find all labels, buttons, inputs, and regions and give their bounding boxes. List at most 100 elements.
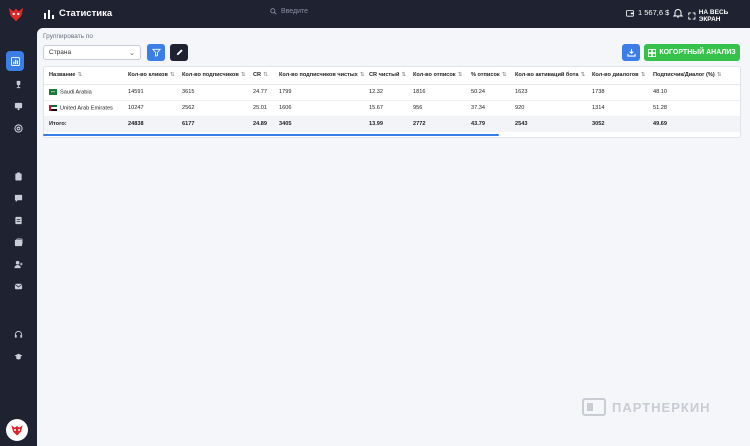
table-cell: 24.77 (248, 84, 274, 101)
wallet-icon (626, 9, 634, 17)
table-cell: 1623 (510, 84, 587, 101)
sidebar-item-monitor[interactable] (8, 98, 28, 114)
sort-icon[interactable]: ⇅ (717, 72, 722, 78)
chart-icon (10, 56, 20, 66)
table-cell: 37.34 (466, 100, 510, 117)
page-title: Статистика (59, 8, 113, 19)
sidebar-item-statistics[interactable] (6, 51, 24, 71)
sidebar-item-trophy[interactable] (8, 76, 28, 92)
cohort-label: КОГОРТНЫЙ АНАЛИЗ (659, 49, 736, 56)
monitor-icon (14, 102, 22, 110)
cohort-analysis-button[interactable]: КОГОРТНЫЙ АНАЛИЗ (644, 44, 740, 61)
mail-icon (14, 283, 22, 289)
table-cell: 1799 (274, 84, 364, 101)
pencil-icon (176, 49, 183, 56)
table-cell: 1816 (408, 84, 466, 101)
sort-icon[interactable]: ⇅ (641, 72, 646, 78)
table-cell: 2543 (510, 116, 587, 132)
table-cell: 14591 (123, 84, 177, 101)
filter-button[interactable] (147, 44, 165, 61)
table-cell: 920 (510, 100, 587, 117)
sort-icon[interactable]: ⇅ (458, 72, 463, 78)
chevron-down-icon: ⌄ (129, 50, 135, 57)
document-icon (14, 216, 22, 224)
column-header[interactable]: % отписок ⇅ (466, 67, 510, 85)
sidebar-item-education[interactable] (8, 348, 28, 364)
country-cell: United Arab Emirates (44, 100, 123, 117)
sort-icon[interactable]: ⇅ (360, 72, 364, 78)
search-placeholder: Введите (281, 8, 309, 15)
column-header[interactable]: Кол-во отписок ⇅ (408, 67, 466, 85)
sidebar-item-chat[interactable] (8, 190, 28, 206)
group-by-label: Группировать по (43, 33, 94, 40)
table-cell: 25.01 (248, 100, 274, 117)
at-icon (13, 123, 23, 133)
filter-icon (151, 48, 161, 57)
column-header[interactable]: Кол-во подписчиков ⇅ (177, 67, 248, 85)
sidebar-item-clipboard[interactable] (8, 168, 28, 184)
column-header[interactable]: Подписчик/Диалог (%) ⇅ (648, 67, 740, 85)
table-total-row: Итого: 24838 6177 24.89 3405 13.99 2772 … (44, 116, 740, 132)
sidebar-item-document[interactable] (8, 212, 28, 228)
horizontal-scrollbar[interactable] (43, 134, 499, 136)
devil-mascot-icon (11, 425, 23, 436)
watermark-logo-icon (582, 398, 606, 416)
logo-icon[interactable] (7, 5, 25, 23)
column-header[interactable]: CR чистый ⇅ (364, 67, 408, 85)
search-input[interactable]: Введите (270, 8, 308, 15)
table-cell: 2772 (408, 116, 466, 132)
top-bar: Статистика Введите 1 567,6 $ НА ВЕСЬ ЭКР… (0, 0, 750, 28)
total-label: Итого: (44, 116, 123, 132)
bell-icon[interactable] (673, 8, 683, 18)
table-header-row: Название ⇅ Кол-во кликов ⇅ Кол-во подписчи… (44, 67, 740, 85)
search-icon (270, 8, 277, 15)
download-icon (626, 48, 636, 57)
table-cell: 3405 (274, 116, 364, 132)
table-row[interactable]: Saudi Arabia 14591 3615 24.77 1799 12.32… (44, 84, 740, 101)
avatar[interactable] (6, 419, 28, 441)
headset-icon (14, 330, 22, 338)
trophy-icon (16, 80, 20, 88)
table-row[interactable]: United Arab Emirates 10247 2562 25.01 16… (44, 100, 740, 117)
chat-icon (14, 194, 22, 202)
group-by-select[interactable]: Страна ⌄ (43, 45, 141, 60)
sort-icon[interactable]: ⇅ (502, 72, 507, 78)
column-header[interactable]: Кол-во кликов ⇅ (123, 67, 177, 85)
sidebar-item-email[interactable] (8, 120, 28, 136)
statistics-table: Название ⇅ Кол-во кликов ⇅ Кол-во подписчи… (43, 66, 741, 138)
table-cell: 48.10 (648, 84, 740, 101)
column-header[interactable]: Кол-во активаций бота ⇅ (510, 67, 587, 85)
sort-icon[interactable]: ⇅ (77, 72, 82, 78)
table-cell: 43.79 (466, 116, 510, 132)
folder-icon (14, 238, 22, 246)
grid-icon (648, 48, 657, 57)
table-cell: 956 (408, 100, 466, 117)
column-header[interactable]: Название ⇅ (44, 67, 123, 85)
sidebar-item-users[interactable] (8, 256, 28, 272)
sort-icon[interactable]: ⇅ (580, 72, 585, 78)
sidebar (0, 28, 37, 446)
fullscreen-button[interactable]: НА ВЕСЬ ЭКРАН (688, 9, 750, 23)
sidebar-item-folder[interactable] (8, 234, 28, 250)
table-cell: 10247 (123, 100, 177, 117)
sort-icon[interactable]: ⇅ (241, 72, 246, 78)
download-button[interactable] (622, 44, 640, 61)
column-header[interactable]: CR ⇅ (248, 67, 274, 85)
column-header[interactable]: Кол-во диалогов ⇅ (587, 67, 648, 85)
sort-icon[interactable]: ⇅ (263, 72, 268, 78)
table-cell: 2562 (177, 100, 248, 117)
group-by-value: Страна (49, 49, 72, 56)
table-cell: 1606 (274, 100, 364, 117)
balance[interactable]: 1 567,6 $ (626, 8, 669, 17)
watermark: ПАРТНЕРКИН (582, 398, 711, 416)
edit-button[interactable] (170, 44, 188, 61)
sort-icon[interactable]: ⇅ (401, 72, 406, 78)
column-header[interactable]: Кол-во подписчиков чистых ⇅ (274, 67, 364, 85)
table-cell: 50.24 (466, 84, 510, 101)
country-cell: Saudi Arabia (44, 84, 123, 101)
table-cell: 51.28 (648, 100, 740, 117)
sidebar-item-support[interactable] (8, 326, 28, 342)
balance-value: 1 567,6 $ (638, 8, 670, 17)
sort-icon[interactable]: ⇅ (170, 72, 175, 78)
sidebar-item-mail[interactable] (8, 278, 28, 294)
